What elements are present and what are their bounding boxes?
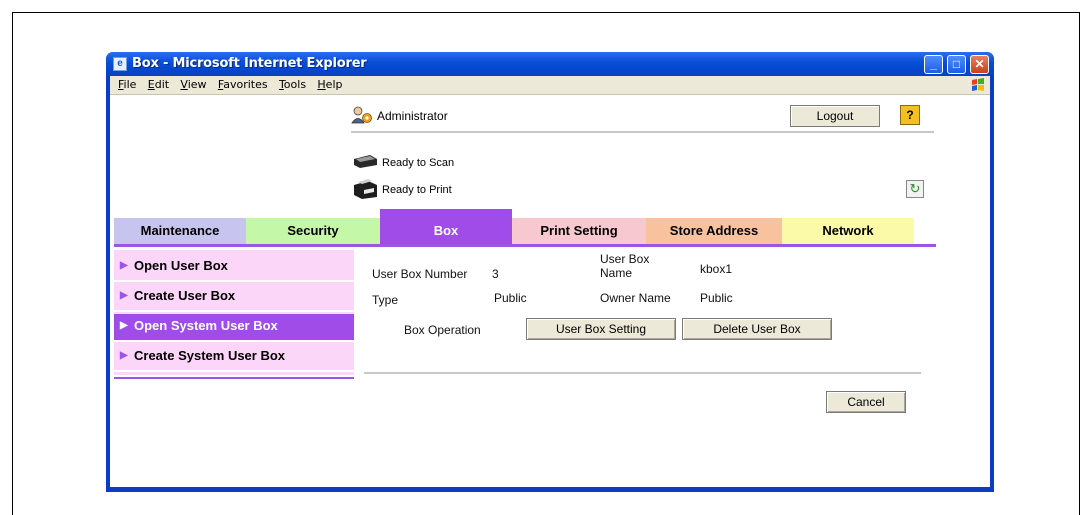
user-box-name-value: kbox1 [700, 262, 733, 276]
printer-icon [354, 179, 377, 199]
window-bottom-border [110, 487, 990, 492]
sidebar-menu: ▶ Open User Box ▶ Create User Box ▶ Open… [114, 250, 354, 375]
logout-button[interactable]: Logout [790, 105, 880, 127]
minimize-button[interactable]: _ [924, 55, 943, 74]
tab-underline [114, 244, 936, 247]
sidebar-item-create-user-box[interactable]: ▶ Create User Box [114, 284, 354, 312]
admin-icon [351, 106, 372, 124]
arrow-right-icon: ▶ [120, 320, 128, 331]
tab-network[interactable]: Network [782, 218, 914, 244]
sidebar-item-label: Open User Box [134, 258, 228, 273]
ie-icon: e [113, 57, 127, 71]
sidebar-item-create-system-user-box[interactable]: ▶ Create System User Box [114, 344, 354, 372]
user-box-number-label: User Box Number [372, 267, 468, 281]
maximize-button[interactable]: □ [947, 55, 966, 74]
browser-window: e Box - Microsoft Internet Explorer _ □ … [106, 52, 994, 492]
tab-print-setting[interactable]: Print Setting [512, 218, 646, 244]
menu-favorites[interactable]: Favorites [218, 76, 268, 94]
windows-logo-icon [972, 78, 984, 91]
sidebar-item-label: Create User Box [134, 288, 236, 303]
sidebar-item-open-system-user-box[interactable]: ▶ Open System User Box [114, 314, 354, 342]
window-title: Box - Microsoft Internet Explorer [132, 56, 367, 71]
help-icon[interactable]: ? [900, 105, 920, 125]
arrow-right-icon: ▶ [120, 260, 128, 271]
tab-security[interactable]: Security [246, 218, 380, 244]
sidebar-item-label: Open System User Box [134, 318, 278, 333]
user-box-name-label-line1: User Box [600, 252, 650, 266]
print-status: Ready to Print [382, 184, 452, 196]
menu-view[interactable]: View [180, 76, 206, 94]
user-box-setting-button[interactable]: User Box Setting [526, 318, 676, 340]
content-divider [364, 372, 921, 374]
arrow-right-icon: ▶ [120, 350, 128, 361]
cancel-button[interactable]: Cancel [826, 391, 906, 413]
tab-box[interactable]: Box [380, 209, 512, 244]
menu-tools[interactable]: Tools [279, 76, 306, 94]
box-operation-label: Box Operation [404, 323, 481, 337]
menu-file[interactable]: File [118, 76, 136, 94]
title-bar[interactable]: e Box - Microsoft Internet Explorer _ □ … [106, 52, 994, 76]
user-box-name-label-line2: Name [600, 266, 633, 280]
menu-help[interactable]: Help [317, 76, 342, 94]
tab-maintenance[interactable]: Maintenance [114, 218, 246, 244]
tab-store-address[interactable]: Store Address [646, 218, 782, 244]
page-content: Administrator Logout ? Ready to Scan Rea… [110, 95, 990, 487]
header-divider [351, 131, 934, 133]
owner-name-label: Owner Name [600, 291, 671, 305]
sidebar-item-label: Create System User Box [134, 348, 286, 363]
type-value: Public [494, 291, 527, 305]
refresh-icon[interactable]: ↻ [906, 180, 924, 198]
delete-user-box-button[interactable]: Delete User Box [682, 318, 832, 340]
user-box-number-value: 3 [492, 267, 499, 281]
arrow-right-icon: ▶ [120, 290, 128, 301]
type-label: Type [372, 293, 399, 307]
owner-name-value: Public [700, 291, 733, 305]
scan-status: Ready to Scan [382, 157, 455, 169]
user-name: Administrator [377, 109, 448, 123]
menu-bar: File Edit View Favorites Tools Help [110, 76, 990, 95]
close-button[interactable]: ✕ [970, 55, 989, 74]
sidebar-bottom-line [114, 377, 354, 379]
sidebar-item-open-user-box[interactable]: ▶ Open User Box [114, 254, 354, 282]
menu-edit[interactable]: Edit [148, 76, 169, 94]
scanner-icon [354, 155, 377, 168]
